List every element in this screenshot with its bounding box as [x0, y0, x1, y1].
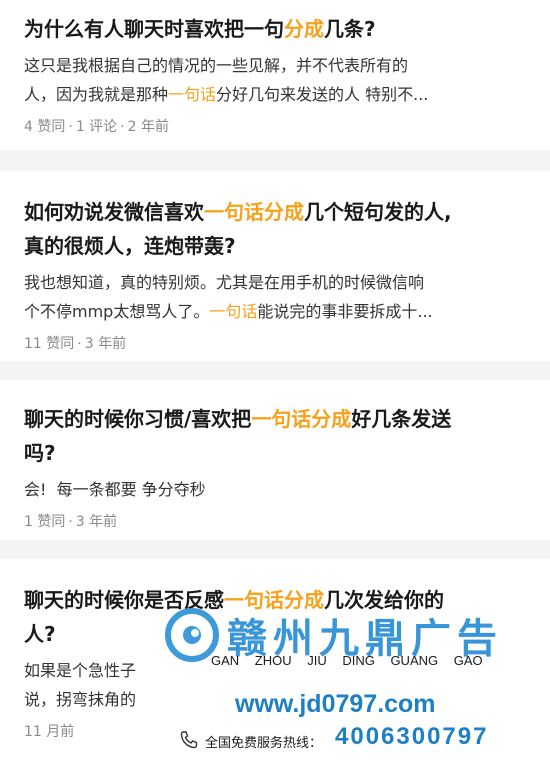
result-meta: 1 赞同 · 3 年前 — [24, 514, 118, 530]
result-excerpt[interactable]: 我也想知道，真的特别烦。尤其是在用手机的时候微信响 个不停mmp太想骂人了。一句… — [24, 268, 524, 326]
result-title[interactable]: 为什么有人聊天时喜欢把一句分成几条? — [24, 12, 524, 46]
result-card[interactable]: 聊天的时候你是否反感一句话分成几次发给你的 人? 如果是个急性子 说，拐弯抹角的… — [0, 559, 550, 760]
timestamp: 3 年前 — [84, 336, 127, 352]
keyword-highlight: 分成 — [284, 17, 324, 41]
like-count: 1 赞同 — [24, 514, 66, 530]
result-title[interactable]: 聊天的时候你习惯/喜欢把一句话分成好几条发送 吗? — [24, 402, 524, 470]
keyword-highlight: 一句话 — [209, 302, 258, 321]
result-meta: 11 赞同 · 3 年前 — [24, 336, 127, 352]
like-count: 11 赞同 — [24, 336, 75, 352]
comment-count: 1 评论 — [75, 119, 118, 135]
result-meta: 11 月前 — [24, 722, 524, 742]
timestamp: 3 年前 — [75, 514, 118, 530]
search-results-feed: 为什么有人聊天时喜欢把一句分成几条? 这只是我根据自己的情况的一些见解，并不代表… — [0, 0, 550, 760]
timestamp: 2 年前 — [127, 119, 169, 135]
keyword-highlight: 一句话分成 — [224, 588, 324, 612]
like-count: 4 赞同 — [24, 119, 66, 135]
result-card[interactable]: 为什么有人聊天时喜欢把一句分成几条? 这只是我根据自己的情况的一些见解，并不代表… — [0, 0, 550, 150]
keyword-highlight: 一句话分成 — [204, 200, 304, 224]
result-title[interactable]: 聊天的时候你是否反感一句话分成几次发给你的 人? — [24, 583, 524, 651]
result-excerpt[interactable]: 会! 每一条都要 争分夺秒 — [24, 475, 524, 504]
timestamp: 11 月前 — [24, 724, 75, 740]
result-card[interactable]: 如何劝说发微信喜欢一句话分成几个短句发的人, 真的很烦人，连炮带轰? 我也想知道… — [0, 171, 550, 361]
keyword-highlight: 一句话分成 — [251, 407, 352, 431]
result-excerpt[interactable]: 如果是个急性子 说，拐弯抹角的 — [24, 656, 524, 714]
result-excerpt[interactable]: 这只是我根据自己的情况的一些见解，并不代表所有的 人，因为我就是那种一句话分好几… — [24, 51, 524, 109]
result-meta: 4 赞同 · 1 评论 · 2 年前 — [24, 119, 169, 135]
keyword-highlight: 一句话 — [168, 85, 217, 104]
result-card[interactable]: 聊天的时候你习惯/喜欢把一句话分成好几条发送 吗? 会! 每一条都要 争分夺秒 … — [0, 380, 550, 540]
result-title[interactable]: 如何劝说发微信喜欢一句话分成几个短句发的人, 真的很烦人，连炮带轰? — [24, 195, 524, 263]
